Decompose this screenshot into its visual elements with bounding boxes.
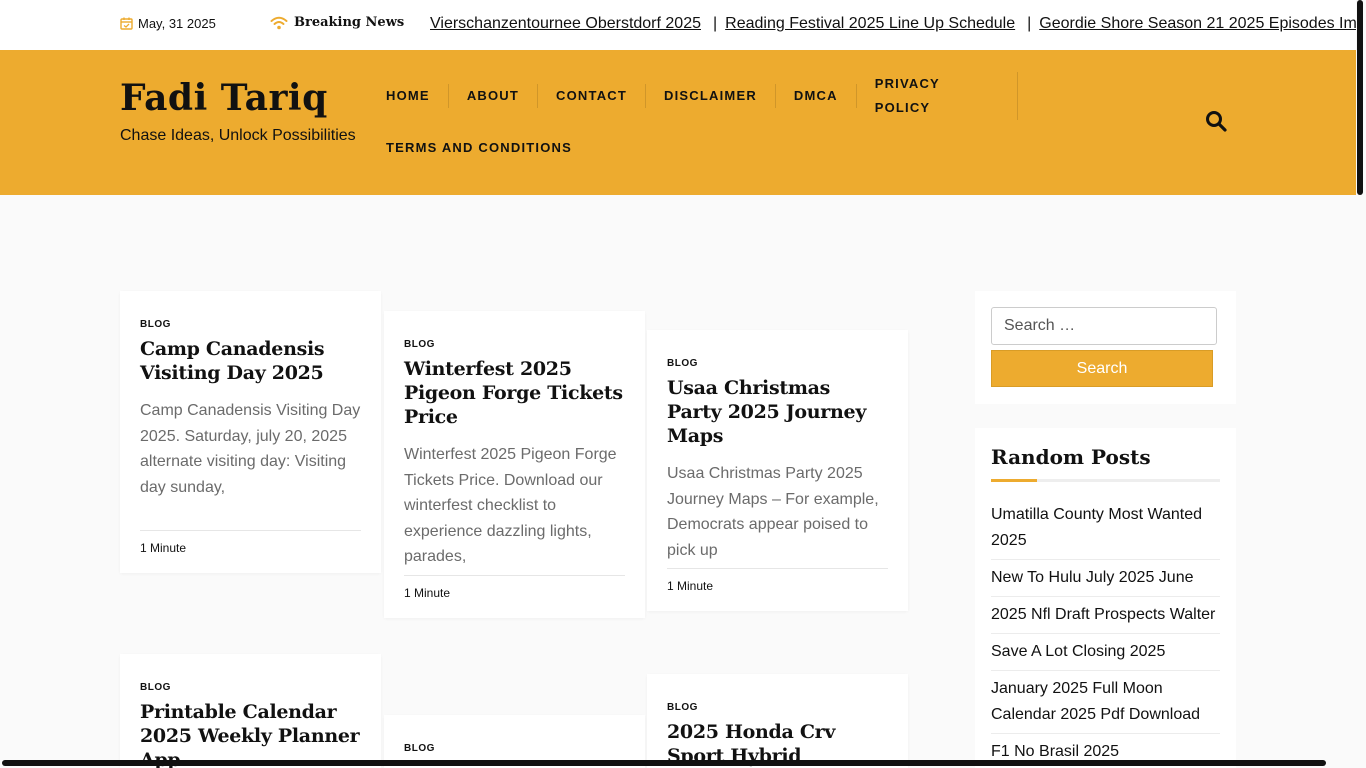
post-title[interactable]: Printable Calendar 2025 Weekly Planner A… [140, 700, 361, 768]
date-text: May, 31 2025 [138, 16, 216, 31]
search-input[interactable] [991, 307, 1217, 345]
post-card[interactable]: BLOG Camp Canadensis Visiting Day 2025 C… [120, 291, 381, 573]
main-nav: HOME ABOUT CONTACT DISCLAIMER DMCA PRIVA… [368, 72, 1018, 184]
nav-item-contact[interactable]: CONTACT [538, 84, 647, 108]
post-read-time: 1 Minute [140, 530, 361, 555]
breaking-news-label: Breaking News [270, 15, 404, 30]
post-category[interactable]: BLOG [404, 743, 625, 754]
post-excerpt: Camp Canadensis Visiting Day 2025. Satur… [140, 402, 361, 496]
post-card[interactable]: BLOG Winterfest 2025 Pigeon Forge Ticket… [384, 311, 645, 618]
widget-title: Random Posts [991, 445, 1151, 469]
nav-item-home[interactable]: HOME [368, 84, 449, 108]
random-posts-widget: Random Posts Umatilla County Most Wanted… [975, 428, 1236, 768]
site-tagline: Chase Ideas, Unlock Possibilities [120, 127, 356, 144]
post-excerpt: Usaa Christmas Party 2025 Journey Maps –… [667, 465, 879, 559]
calendar-icon [120, 17, 133, 30]
post-title[interactable]: Winterfest 2025 Pigeon Forge Tickets Pri… [404, 357, 625, 429]
list-item[interactable]: 2025 Nfl Draft Prospects Walter [991, 602, 1220, 634]
post-title[interactable]: Usaa Christmas Party 2025 Journey Maps [667, 376, 888, 448]
post-read-time: 1 Minute [667, 568, 888, 593]
list-item[interactable]: Umatilla County Most Wanted 2025 [991, 502, 1220, 560]
search-button[interactable]: Search [991, 350, 1213, 387]
list-item[interactable]: New To Hulu July 2025 June [991, 565, 1220, 597]
news-ticker: Vierschanzentournee Oberstdorf 2025 | Read… [430, 15, 1356, 33]
ticker-link[interactable]: Vierschanzentournee Oberstdorf 2025 [430, 15, 701, 32]
search-icon [1206, 111, 1227, 132]
nav-item-disclaimer[interactable]: DISCLAIMER [646, 84, 776, 108]
site-title[interactable]: Fadi Tariq [120, 77, 328, 119]
nav-item-dmca[interactable]: DMCA [776, 84, 857, 108]
ticker-link[interactable]: Geordie Shore Season 21 2025 Episodes Im [1039, 15, 1356, 32]
list-item[interactable]: January 2025 Full Moon Calendar 2025 Pdf… [991, 676, 1220, 734]
breaking-news-text: Breaking News [294, 15, 405, 30]
post-card[interactable]: BLOG Printable Calendar 2025 Weekly Plan… [120, 654, 381, 768]
post-category[interactable]: BLOG [404, 339, 625, 350]
nav-item-privacy-policy[interactable]: PRIVACY POLICY [857, 72, 1018, 120]
vertical-scrollbar[interactable] [1357, 0, 1363, 195]
post-category[interactable]: BLOG [140, 682, 361, 693]
nav-item-about[interactable]: ABOUT [449, 84, 539, 108]
random-posts-list: Umatilla County Most Wanted 2025 New To … [991, 502, 1220, 768]
nav-item-terms[interactable]: TERMS AND CONDITIONS [368, 136, 590, 160]
ticker-separator: | [1027, 15, 1032, 32]
post-read-time: 1 Minute [404, 575, 625, 600]
widget-title-underline [991, 479, 1220, 482]
search-widget: Search [975, 291, 1236, 404]
site-header: Fadi Tariq Chase Ideas, Unlock Possibili… [0, 50, 1356, 195]
post-excerpt: Winterfest 2025 Pigeon Forge Tickets Pri… [404, 446, 617, 565]
post-card[interactable]: BLOG Usaa Christmas Party 2025 Journey M… [647, 330, 908, 611]
ticker-link[interactable]: Reading Festival 2025 Line Up Schedule [725, 15, 1015, 32]
post-category[interactable]: BLOG [667, 702, 888, 713]
wifi-icon [270, 16, 288, 29]
date-display: May, 31 2025 [120, 16, 216, 31]
post-category[interactable]: BLOG [667, 358, 888, 369]
horizontal-scrollbar[interactable] [2, 760, 1326, 766]
ticker-separator: | [713, 15, 718, 32]
list-item[interactable]: Save A Lot Closing 2025 [991, 639, 1220, 671]
header-search-button[interactable] [1204, 109, 1228, 133]
post-title[interactable]: Camp Canadensis Visiting Day 2025 [140, 337, 361, 385]
top-bar: May, 31 2025 Breaking News Vierschanzent… [0, 0, 1356, 50]
post-card[interactable]: BLOG 2025 Honda Crv Sport Hybrid Touring [647, 674, 908, 768]
post-category[interactable]: BLOG [140, 319, 361, 330]
